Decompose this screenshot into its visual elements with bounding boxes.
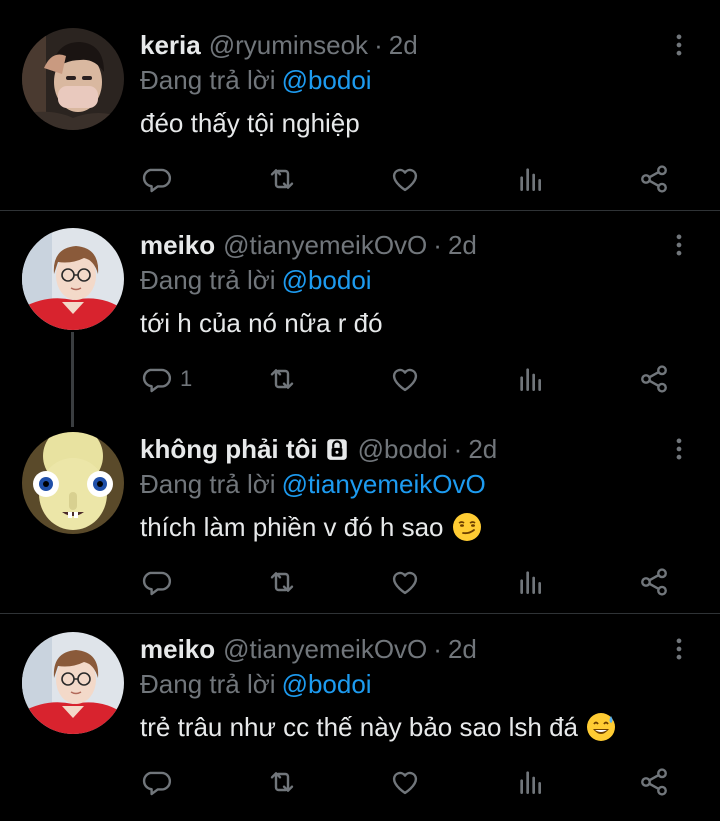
action-bar: 1	[0, 359, 720, 399]
avatar[interactable]	[22, 228, 124, 330]
action-bar	[0, 562, 720, 602]
reply-button[interactable]	[140, 562, 180, 602]
analytics-button[interactable]	[515, 359, 547, 399]
tweet-text: tới h của nó nữa r đó	[140, 306, 383, 340]
reply-count: 1	[180, 366, 193, 391]
like-icon	[389, 363, 421, 395]
share-icon	[638, 163, 670, 195]
share-button[interactable]	[638, 762, 670, 802]
like-button[interactable]	[389, 762, 421, 802]
retweet-icon	[266, 163, 298, 195]
replying-to: Đang trả lời @bodoi	[140, 667, 372, 701]
replying-to: Đang trả lời @bodoi	[140, 263, 372, 297]
timestamp[interactable]: 2d	[389, 28, 418, 62]
separator-dot: ·	[453, 434, 463, 464]
like-button[interactable]	[389, 562, 421, 602]
retweet-icon	[266, 766, 298, 798]
reply-icon	[140, 766, 172, 798]
analytics-icon	[515, 363, 547, 395]
more-vertical-icon[interactable]	[664, 434, 694, 464]
like-button[interactable]	[389, 359, 421, 399]
mention-link[interactable]: @tianyemeikOvO	[282, 469, 486, 499]
share-icon	[638, 363, 670, 395]
separator-dot: ·	[374, 30, 383, 60]
share-button[interactable]	[638, 562, 670, 602]
share-icon	[638, 766, 670, 798]
replying-to-label: Đang trả lời	[140, 469, 276, 499]
mention-link[interactable]: @bodoi	[282, 669, 372, 699]
tweet-text-content: đéo thấy tội nghiệp	[140, 108, 360, 138]
display-name[interactable]: meiko	[140, 228, 215, 262]
separator-dot: ·	[433, 634, 442, 664]
analytics-icon	[515, 163, 547, 195]
divider	[0, 613, 720, 614]
retweet-button[interactable]	[266, 359, 298, 399]
analytics-button[interactable]	[515, 562, 547, 602]
more-vertical-icon[interactable]	[664, 230, 694, 260]
analytics-button[interactable]	[515, 762, 547, 802]
like-icon	[389, 766, 421, 798]
retweet-button[interactable]	[266, 159, 298, 199]
share-icon	[638, 566, 670, 598]
replying-to: Đang trả lời @bodoi	[140, 63, 372, 97]
more-vertical-icon[interactable]	[664, 30, 694, 60]
action-bar	[0, 762, 720, 802]
more-vertical-icon[interactable]	[664, 634, 694, 664]
reply-icon	[140, 163, 172, 195]
replying-to: Đang trả lời @tianyemeikOvO	[140, 467, 486, 501]
share-button[interactable]	[638, 159, 670, 199]
reply-button[interactable]	[140, 762, 180, 802]
retweet-button[interactable]	[266, 762, 298, 802]
avatar[interactable]	[22, 432, 124, 534]
user-handle[interactable]: @bodoi	[358, 432, 448, 466]
tweet[interactable]: meiko @tianyemeikOvO · 2d Đang trả lời @b…	[0, 228, 720, 418]
tweet-text-content: thích làm phiền v đó h sao	[140, 512, 444, 542]
grinning-face-with-sweat-emoji	[586, 712, 616, 742]
analytics-icon	[515, 566, 547, 598]
avatar[interactable]	[22, 28, 124, 130]
reply-button[interactable]	[140, 159, 180, 199]
analytics-icon	[515, 766, 547, 798]
reply-button[interactable]: 1	[140, 359, 192, 399]
reply-icon	[140, 566, 172, 598]
timestamp[interactable]: 2d	[448, 228, 477, 262]
tweet-text: trẻ trâu như cc thế này bảo sao lsh đá	[140, 710, 616, 744]
user-handle[interactable]: @tianyemeikOvO	[223, 228, 427, 262]
tweet-text: đéo thấy tội nghiệp	[140, 106, 360, 140]
display-name[interactable]: keria	[140, 28, 201, 62]
user-handle[interactable]: @tianyemeikOvO	[223, 632, 427, 666]
lock-icon	[326, 439, 347, 460]
like-button[interactable]	[389, 159, 421, 199]
share-button[interactable]	[638, 359, 670, 399]
like-icon	[389, 163, 421, 195]
user-handle[interactable]: @ryuminseok	[209, 28, 368, 62]
replying-to-label: Đang trả lời	[140, 669, 276, 699]
tweet[interactable]: meiko @tianyemeikOvO · 2d Đang trả lời @b…	[0, 632, 720, 821]
timestamp[interactable]: 2d	[448, 632, 477, 666]
retweet-button[interactable]	[266, 562, 298, 602]
analytics-button[interactable]	[515, 159, 547, 199]
smirking-face-emoji	[452, 512, 482, 542]
retweet-icon	[266, 363, 298, 395]
display-name[interactable]: không phải tôi	[140, 432, 318, 466]
tweet-text-content: tới h của nó nữa r đó	[140, 308, 383, 338]
tweet-text: thích làm phiền v đó h sao	[140, 510, 482, 544]
tweet[interactable]: keria @ryuminseok · 2d Đang trả lời @bodo…	[0, 28, 720, 210]
tweet-text-content: trẻ trâu như cc thế này bảo sao lsh đá	[140, 712, 579, 742]
replying-to-label: Đang trả lời	[140, 65, 276, 95]
reply-icon	[140, 363, 172, 395]
divider	[0, 210, 720, 211]
separator-dot: ·	[433, 230, 442, 260]
avatar[interactable]	[22, 632, 124, 734]
action-bar	[0, 159, 720, 199]
like-icon	[389, 566, 421, 598]
replying-to-label: Đang trả lời	[140, 265, 276, 295]
mention-link[interactable]: @bodoi	[282, 265, 372, 295]
timestamp[interactable]: 2d	[468, 432, 497, 466]
retweet-icon	[266, 566, 298, 598]
mention-link[interactable]: @bodoi	[282, 65, 372, 95]
tweet[interactable]: không phải tôi @bodoi · 2d Đang trả lời @…	[0, 432, 720, 612]
display-name[interactable]: meiko	[140, 632, 215, 666]
